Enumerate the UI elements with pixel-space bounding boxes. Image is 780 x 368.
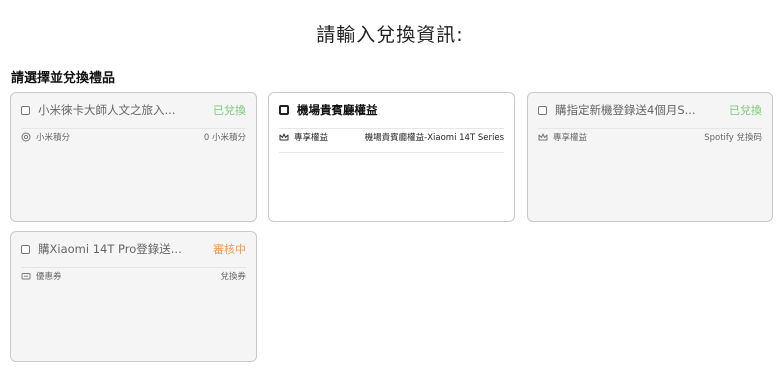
radio-button[interactable]	[21, 105, 30, 115]
card-title: 購指定新機登錄送4個月S...	[555, 103, 696, 117]
card-detail-row: 專享權益 Spotify 兌換码	[538, 131, 762, 143]
radio-button[interactable]	[21, 244, 30, 254]
ticket-icon	[21, 271, 31, 281]
row-value: 兌換券	[220, 272, 246, 282]
gift-card-airport-lounge[interactable]: 機場貴賓廳權益 專享權益 機場貴賓廳權益-Xiaomi 14T Series	[268, 92, 515, 222]
card-header: 購Xiaomi 14T Pro登錄送... 審核中	[21, 238, 246, 268]
row-value: Spotify 兌換码	[704, 133, 762, 143]
status-badge: 審核中	[213, 243, 246, 256]
card-header: 購指定新機登錄送4個月S... 已兌換	[538, 99, 762, 129]
section-title: 請選擇並兌換禮品	[11, 71, 116, 86]
gift-card-14t-pro[interactable]: 購Xiaomi 14T Pro登錄送... 審核中 優惠券 兌換券	[10, 231, 257, 362]
card-detail-row: 小米積分 0 小米積分	[21, 131, 246, 143]
gift-card-spotify[interactable]: 購指定新機登錄送4個月S... 已兌換 專享權益 Spotify 兌換码	[527, 92, 773, 222]
row-label: 專享權益	[553, 133, 588, 143]
gift-card-leica-tour[interactable]: 小米徠卡大師人文之旅入... 已兌換 小米積分 0 小米積分	[10, 92, 257, 222]
status-badge: 已兌換	[729, 104, 762, 117]
row-label: 小米積分	[36, 133, 71, 143]
row-value: 0 小米積分	[203, 133, 246, 143]
card-header: 小米徠卡大師人文之旅入... 已兌換	[21, 99, 246, 129]
card-title: 小米徠卡大師人文之旅入...	[38, 103, 176, 117]
card-header: 機場貴賓廳權益	[279, 99, 504, 129]
card-title: 機場貴賓廳權益	[297, 103, 378, 117]
radio-button[interactable]	[279, 105, 289, 115]
card-title: 購Xiaomi 14T Pro登錄送...	[38, 242, 182, 256]
page-title: 請輸入兌換資訊:	[316, 24, 464, 46]
row-value: 機場貴賓廳權益-Xiaomi 14T Series	[364, 133, 504, 143]
radio-button[interactable]	[538, 105, 547, 115]
row-label: 優惠券	[36, 272, 62, 282]
row-label: 專享權益	[294, 133, 329, 143]
coin-icon	[21, 132, 31, 142]
card-detail-row: 優惠券 兌換券	[21, 270, 246, 282]
crown-icon	[279, 132, 289, 142]
card-detail-row: 專享權益 機場貴賓廳權益-Xiaomi 14T Series	[279, 131, 504, 153]
status-badge: 已兌換	[213, 104, 246, 117]
crown-icon	[538, 132, 548, 142]
